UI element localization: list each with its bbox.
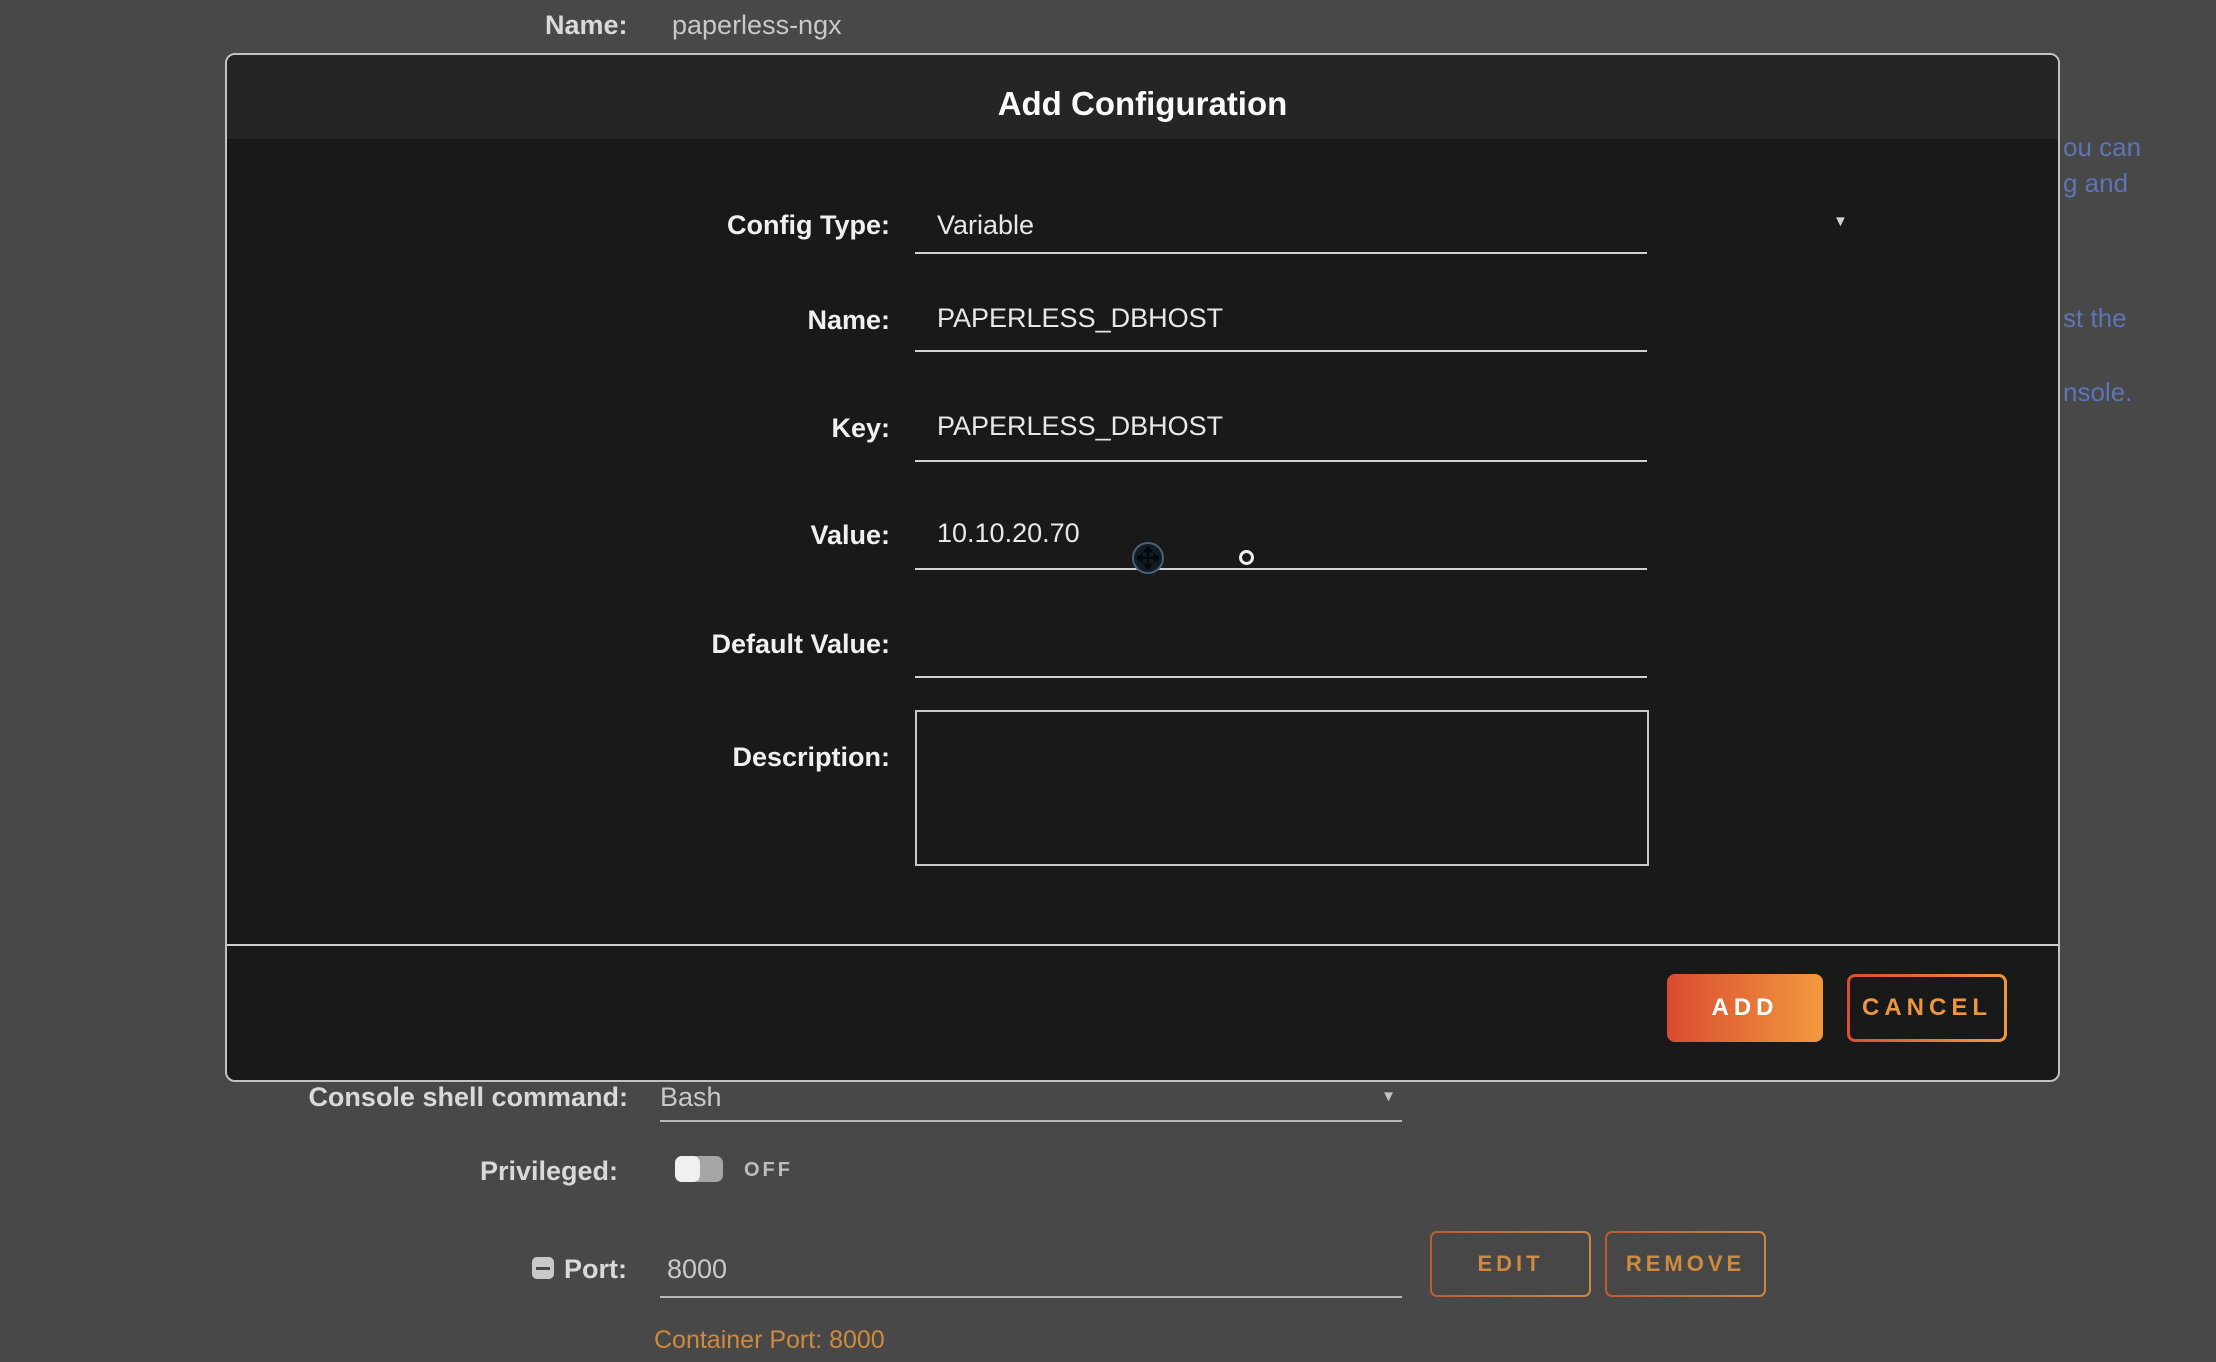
name-input[interactable] xyxy=(937,303,1647,334)
footer-divider xyxy=(227,944,2058,946)
app-screen: Name: paperless-ngx ou can g and st the … xyxy=(0,0,2216,1362)
description-label: Description: xyxy=(227,742,890,773)
config-type-select[interactable]: Variable xyxy=(937,210,1647,241)
console-shell-label: Console shell command: xyxy=(0,1082,628,1113)
move-cursor-icon xyxy=(1132,542,1164,574)
container-port-note: Container Port: 8000 xyxy=(654,1326,885,1355)
bg-name-label: Name: xyxy=(545,10,628,41)
clipped-link-text: nsole. xyxy=(2063,377,2132,408)
click-marker-icon xyxy=(1239,550,1254,565)
cancel-button[interactable]: CANCEL xyxy=(1847,974,2007,1042)
value-label: Value: xyxy=(227,520,890,551)
chevron-down-icon: ▼ xyxy=(1833,213,1848,230)
chevron-down-icon: ▼ xyxy=(1381,1088,1396,1105)
bg-name-value: paperless-ngx xyxy=(672,10,842,41)
clipped-link-text: st the xyxy=(2063,303,2127,334)
clipped-link-text: ou can xyxy=(2063,132,2141,163)
name-label: Name: xyxy=(227,305,890,336)
remove-button[interactable]: REMOVE xyxy=(1605,1231,1766,1297)
default-value-underline xyxy=(915,676,1647,678)
add-button[interactable]: ADD xyxy=(1667,974,1823,1042)
key-underline xyxy=(915,460,1647,462)
collapse-minus-icon[interactable] xyxy=(532,1257,554,1279)
value-input[interactable] xyxy=(937,518,1647,549)
console-shell-select[interactable]: Bash ▼ xyxy=(660,1082,1402,1122)
console-shell-value: Bash xyxy=(660,1082,722,1112)
description-textarea[interactable] xyxy=(915,710,1649,866)
value-underline xyxy=(915,568,1647,570)
key-label: Key: xyxy=(227,413,890,444)
port-label: Port: xyxy=(564,1254,627,1285)
default-value-input[interactable] xyxy=(937,627,1647,658)
toggle-knob-icon xyxy=(675,1156,700,1182)
privileged-toggle[interactable] xyxy=(675,1156,723,1182)
console-shell-underline xyxy=(660,1120,1402,1122)
privileged-label: Privileged: xyxy=(0,1156,618,1187)
port-value[interactable]: 8000 xyxy=(667,1254,727,1285)
dialog-header: Add Configuration xyxy=(227,55,2058,139)
privileged-state: OFF xyxy=(744,1159,793,1182)
config-type-underline xyxy=(915,252,1647,254)
clipped-link-text: g and xyxy=(2063,168,2128,199)
port-underline xyxy=(660,1296,1402,1298)
config-type-label: Config Type: xyxy=(227,210,890,241)
name-underline xyxy=(915,350,1647,352)
dialog-title: Add Configuration xyxy=(998,71,1288,123)
edit-button[interactable]: EDIT xyxy=(1430,1231,1591,1297)
key-input[interactable] xyxy=(937,411,1647,442)
default-value-label: Default Value: xyxy=(227,629,890,660)
